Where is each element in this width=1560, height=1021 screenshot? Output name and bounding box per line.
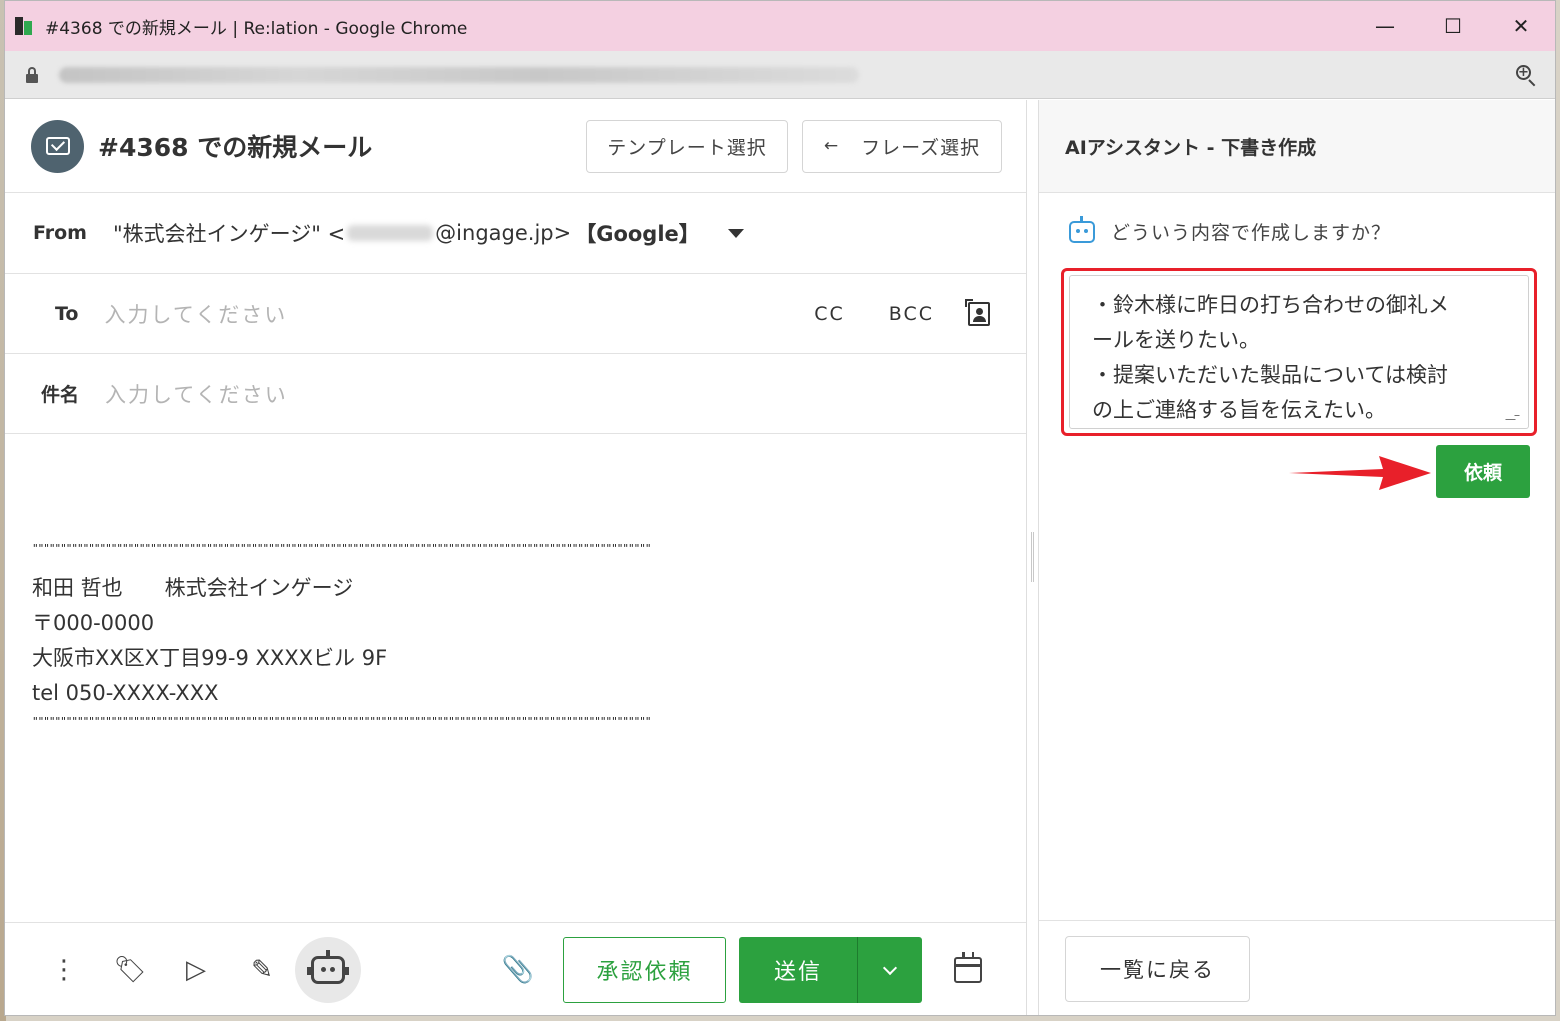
mail-body-editor[interactable]: """"""""""""""""""""""""""""""""""""""""… (5, 435, 1026, 922)
arrow-left-icon: ← (823, 136, 840, 156)
label-icon[interactable]: ▷ (163, 937, 229, 1003)
window-controls: — ☐ ✕ (1351, 1, 1555, 51)
attachment-icon[interactable]: 📎 (485, 937, 551, 1003)
request-text-line: ・鈴木様に昨日の打ち合わせの御礼メ (1092, 293, 1449, 317)
from-label: From (33, 222, 87, 244)
address-bar: + (5, 51, 1555, 99)
chevron-down-icon (882, 960, 898, 975)
browser-window: #4368 での新規メール | Re:lation - Google Chrom… (4, 0, 1556, 1016)
maximize-button[interactable]: ☐ (1419, 1, 1487, 51)
ai-request-textarea[interactable]: ・鈴木様に昨日の打ち合わせの御礼メ ールを送りたい。 ・提案いただいた製品につい… (1069, 275, 1529, 429)
signature-separator-top: """"""""""""""""""""""""""""""""""""""""… (32, 542, 651, 555)
ai-question-text: どういう内容で作成しますか？ (1111, 222, 1392, 244)
signature-line-address: 大阪市XX区X丁目99-9 XXXXビル 9F (32, 646, 388, 670)
arrow-annotation-icon (1289, 456, 1431, 490)
request-text-line: ・提案いただいた製品については検討 (1092, 363, 1448, 387)
approval-request-button[interactable]: 承認依頼 (563, 937, 726, 1003)
to-row: To 入力してください CC BCC (5, 274, 1026, 354)
schedule-send-button[interactable] (935, 937, 1001, 1003)
template-select-button[interactable]: テンプレート選択 (586, 119, 788, 173)
window-title: #4368 での新規メール | Re:lation - Google Chrom… (45, 18, 468, 39)
from-name: "株式会社インゲージ" < (113, 222, 346, 246)
highlight-annotation: ・鈴木様に昨日の打ち合わせの御礼メ ールを送りたい。 ・提案いただいた製品につい… (1061, 268, 1537, 436)
mail-icon (31, 119, 84, 173)
caret-down-icon[interactable] (727, 228, 744, 238)
signature-separator-bottom: """"""""""""""""""""""""""""""""""""""""… (32, 715, 651, 728)
signature-line-name: 和田 哲也 株式会社インゲージ (32, 576, 354, 600)
calendar-icon (954, 952, 982, 983)
ai-question: どういう内容で作成しますか？ (1069, 215, 1392, 245)
from-domain: @ingage.jp> (435, 221, 572, 245)
to-label: To (55, 302, 79, 325)
bcc-button[interactable]: BCC (889, 303, 934, 325)
phrase-select-label: フレーズ選択 (861, 136, 981, 159)
back-to-list-button[interactable]: 一覧に戻る (1065, 936, 1250, 1002)
title-bar: #4368 での新規メール | Re:lation - Google Chrom… (5, 1, 1555, 51)
address-book-icon[interactable] (965, 298, 990, 326)
subject-input[interactable]: 入力してください (105, 379, 288, 409)
from-account: 【Google】 (575, 222, 700, 246)
ai-assistant-panel: AIアシスタント - 下書き作成 どういう内容で作成しますか？ ・鈴木様に昨日の… (1039, 100, 1555, 1015)
from-select[interactable]: "株式会社インゲージ" < @ingage.jp> 【Google】 (113, 218, 744, 248)
ai-panel-title: AIアシスタント - 下書き作成 (1065, 136, 1317, 159)
cc-button[interactable]: CC (814, 303, 845, 325)
from-row: From "株式会社インゲージ" < @ingage.jp> 【Google】 (5, 193, 1026, 274)
bot-icon (1069, 215, 1095, 243)
zoom-icon[interactable]: + (1515, 64, 1537, 86)
relation-logo-icon (13, 15, 35, 37)
tag-icon[interactable]: 🏷 (97, 937, 163, 1003)
ai-panel-header: AIアシスタント - 下書き作成 (1039, 100, 1555, 193)
edit-icon[interactable]: ✎ (229, 937, 295, 1003)
minimize-button[interactable]: — (1351, 1, 1419, 51)
robot-icon (307, 950, 349, 984)
composer-header: #4368 での新規メール テンプレート選択 ← フレーズ選択 (5, 100, 1026, 193)
to-input[interactable]: 入力してください (105, 299, 288, 329)
signature-line-postal: 〒000-0000 (32, 611, 155, 635)
panel-splitter[interactable] (1027, 100, 1039, 1015)
send-options-button[interactable] (857, 937, 922, 1003)
composer-toolbar: ⋮ 🏷 ▷ ✎ 📎 承認依頼 送信 (5, 922, 1026, 1015)
subject-label: 件名 (41, 384, 80, 406)
close-button[interactable]: ✕ (1487, 1, 1555, 51)
url-field-blurred[interactable] (59, 66, 859, 83)
ai-panel-footer: 一覧に戻る (1039, 920, 1555, 1015)
send-button[interactable]: 送信 (739, 937, 857, 1003)
request-text-line: ールを送りたい。 (1092, 328, 1260, 352)
page-title: #4368 での新規メール (98, 133, 373, 162)
signature-line-tel: tel 050-XXXX-XXX (32, 681, 219, 705)
ai-assistant-button[interactable] (295, 937, 361, 1003)
more-options-icon[interactable]: ⋮ (31, 937, 97, 1003)
lock-icon[interactable] (25, 66, 39, 83)
mail-composer: #4368 での新規メール テンプレート選択 ← フレーズ選択 From "株式… (5, 100, 1027, 1015)
blurred-address (347, 225, 434, 241)
request-text-line: の上ご連絡する旨を伝えたい。 (1092, 398, 1386, 422)
request-button[interactable]: 依頼 (1436, 445, 1530, 498)
phrase-select-button[interactable]: ← フレーズ選択 (802, 119, 1002, 173)
subject-row: 件名 入力してください (5, 354, 1026, 434)
